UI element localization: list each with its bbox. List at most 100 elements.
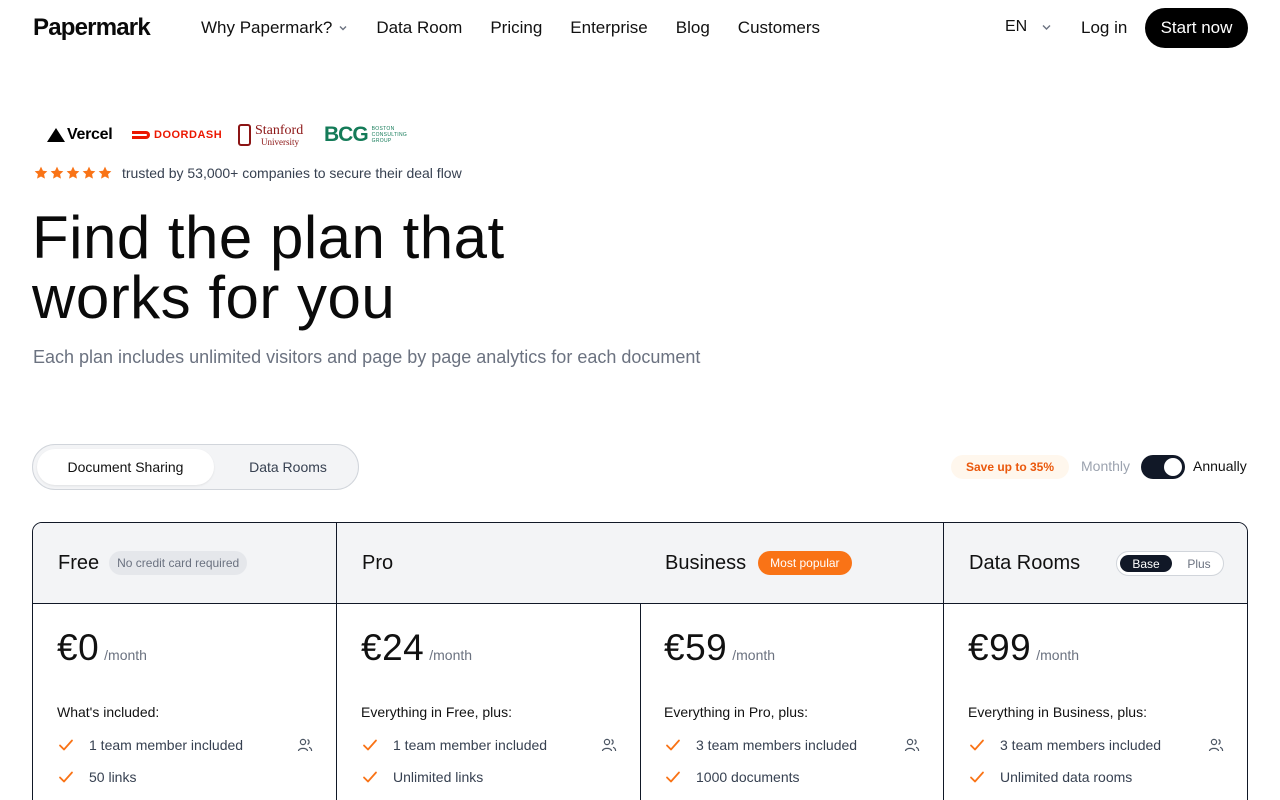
check-icon <box>59 771 73 783</box>
star-icon <box>98 166 112 179</box>
feature-label: 3 team members included <box>696 737 858 753</box>
nav-link-customers[interactable]: Customers <box>738 18 820 38</box>
feature-item: 1000 documents <box>664 767 920 787</box>
bcg-logo: BCG BOSTON CONSULTING GROUP <box>324 120 407 150</box>
check-icon <box>970 771 984 783</box>
check-icon <box>970 739 984 751</box>
included-heading: Everything in Pro, plus: <box>664 704 808 720</box>
feature-label: 1 team member included <box>393 737 548 753</box>
plan-name: Pro <box>362 551 394 574</box>
included-heading: Everything in Business, plus: <box>968 704 1147 720</box>
feature-label: 3 team members included <box>1000 737 1162 753</box>
page-title-line-2: works for you <box>32 264 396 331</box>
check-icon <box>59 739 73 751</box>
segment-base[interactable]: Base <box>1120 555 1172 572</box>
plan-price: €0 /month <box>57 627 147 669</box>
page-subtitle: Each plan includes unlimited visitors an… <box>33 347 701 367</box>
bcg-subtext: BOSTON CONSULTING GROUP <box>372 126 407 144</box>
vercel-wordmark: Vercel <box>67 126 113 143</box>
stanford-line-1: Stanford <box>255 122 304 138</box>
check-icon <box>666 771 680 783</box>
monthly-label[interactable]: Monthly <box>1081 458 1130 474</box>
plan-price: €59 /month <box>664 627 775 669</box>
price-period: /month <box>1036 647 1080 663</box>
start-now-button[interactable]: Start now <box>1145 8 1248 48</box>
papermark-logo[interactable]: Papermark <box>33 14 151 42</box>
doordash-mark-icon <box>132 131 150 139</box>
triangle-icon <box>47 128 65 142</box>
feature-item: Unlimited data rooms <box>968 767 1224 787</box>
no-credit-card-badge: No credit card required <box>109 551 248 575</box>
price-amount: €99 <box>968 627 1032 668</box>
feature-label: 1000 documents <box>696 769 800 785</box>
feature-item: 3 team members included <box>664 735 920 755</box>
product-tabs: Document Sharing Data Rooms <box>32 444 359 490</box>
price-period: /month <box>732 647 776 663</box>
save-badge: Save up to 35% <box>951 455 1069 479</box>
nav-link-enterprise[interactable]: Enterprise <box>570 18 647 38</box>
stanford-logo: Stanford University <box>238 120 303 150</box>
feature-item: 50 links <box>57 767 313 787</box>
segment-plus[interactable]: Plus <box>1175 555 1223 572</box>
plan-card-business: Business Most popular €59 /month Everyth… <box>640 523 944 800</box>
feature-item: 3 team members included <box>968 735 1224 755</box>
price-amount: €0 <box>57 627 100 668</box>
plan-price: €24 /month <box>361 627 472 669</box>
plan-name: Free <box>58 551 100 574</box>
star-icon <box>82 166 96 179</box>
chevron-down-icon <box>1041 22 1052 32</box>
price-period: /month <box>104 647 147 663</box>
star-rating <box>33 165 113 181</box>
plan-price: €99 /month <box>968 627 1079 669</box>
nav-link-pricing[interactable]: Pricing <box>490 18 542 38</box>
price-amount: €59 <box>664 627 728 668</box>
doordash-wordmark: DOORDASH <box>154 129 223 141</box>
tab-data-rooms[interactable]: Data Rooms <box>223 449 353 485</box>
plan-card-pro: Pro €24 /month Everything in Free, plus:… <box>337 523 641 800</box>
login-link[interactable]: Log in <box>1081 18 1127 38</box>
nav-link-data-room[interactable]: Data Room <box>376 18 462 38</box>
plan-name: Business <box>665 551 747 574</box>
doordash-logo: DOORDASH <box>132 120 222 150</box>
plan-header: Free No credit card required <box>33 523 336 604</box>
trust-rating: trusted by 53,000+ companies to secure t… <box>33 165 462 181</box>
top-navigation: Papermark Why Papermark? Data Room Prici… <box>0 0 1280 56</box>
star-icon <box>66 166 80 179</box>
nav-link-label: Why Papermark? <box>201 18 333 37</box>
pricing-plans: Free No credit card required €0 /month W… <box>32 522 1248 800</box>
plan-name: Data Rooms <box>969 551 1081 574</box>
annually-label[interactable]: Annually <box>1193 458 1247 474</box>
billing-period-toggle: Save up to 35% Monthly Annually <box>951 454 1248 480</box>
feature-item: 1 team member included <box>361 735 617 755</box>
users-icon[interactable] <box>297 737 313 753</box>
plan-header: Data Rooms Base Plus <box>944 523 1247 604</box>
language-selector[interactable]: EN <box>1005 18 1052 36</box>
feature-item: 1 team member included <box>57 735 313 755</box>
most-popular-badge: Most popular <box>758 551 852 575</box>
star-icon <box>50 166 64 179</box>
chevron-down-icon <box>338 23 348 33</box>
nav-links: Why Papermark? Data Room Pricing Enterpr… <box>201 18 848 38</box>
page-title-line-1: Find the plan that <box>32 204 505 271</box>
tab-document-sharing[interactable]: Document Sharing <box>37 449 214 485</box>
plan-header: Pro <box>337 523 640 604</box>
check-icon <box>363 739 377 751</box>
nav-link-blog[interactable]: Blog <box>676 18 710 38</box>
included-heading: Everything in Free, plus: <box>361 704 512 720</box>
check-icon <box>363 771 377 783</box>
users-icon[interactable] <box>601 737 617 753</box>
billing-switch[interactable] <box>1141 455 1185 479</box>
page-title: Find the plan that works for you <box>32 208 505 328</box>
check-icon <box>666 739 680 751</box>
nav-link-why-papermark[interactable]: Why Papermark? <box>201 18 348 38</box>
feature-label: 1 team member included <box>89 737 244 753</box>
included-heading: What's included: <box>57 704 160 720</box>
plan-header: Business Most popular <box>640 523 943 604</box>
users-icon[interactable] <box>904 737 920 753</box>
stanford-tree-icon <box>238 124 251 146</box>
stanford-wordmark: Stanford University <box>255 122 304 147</box>
users-icon[interactable] <box>1208 737 1224 753</box>
base-plus-toggle: Base Plus <box>1116 551 1224 576</box>
feature-item: Unlimited links <box>361 767 617 787</box>
bcg-subtext-3: GROUP <box>371 138 392 144</box>
